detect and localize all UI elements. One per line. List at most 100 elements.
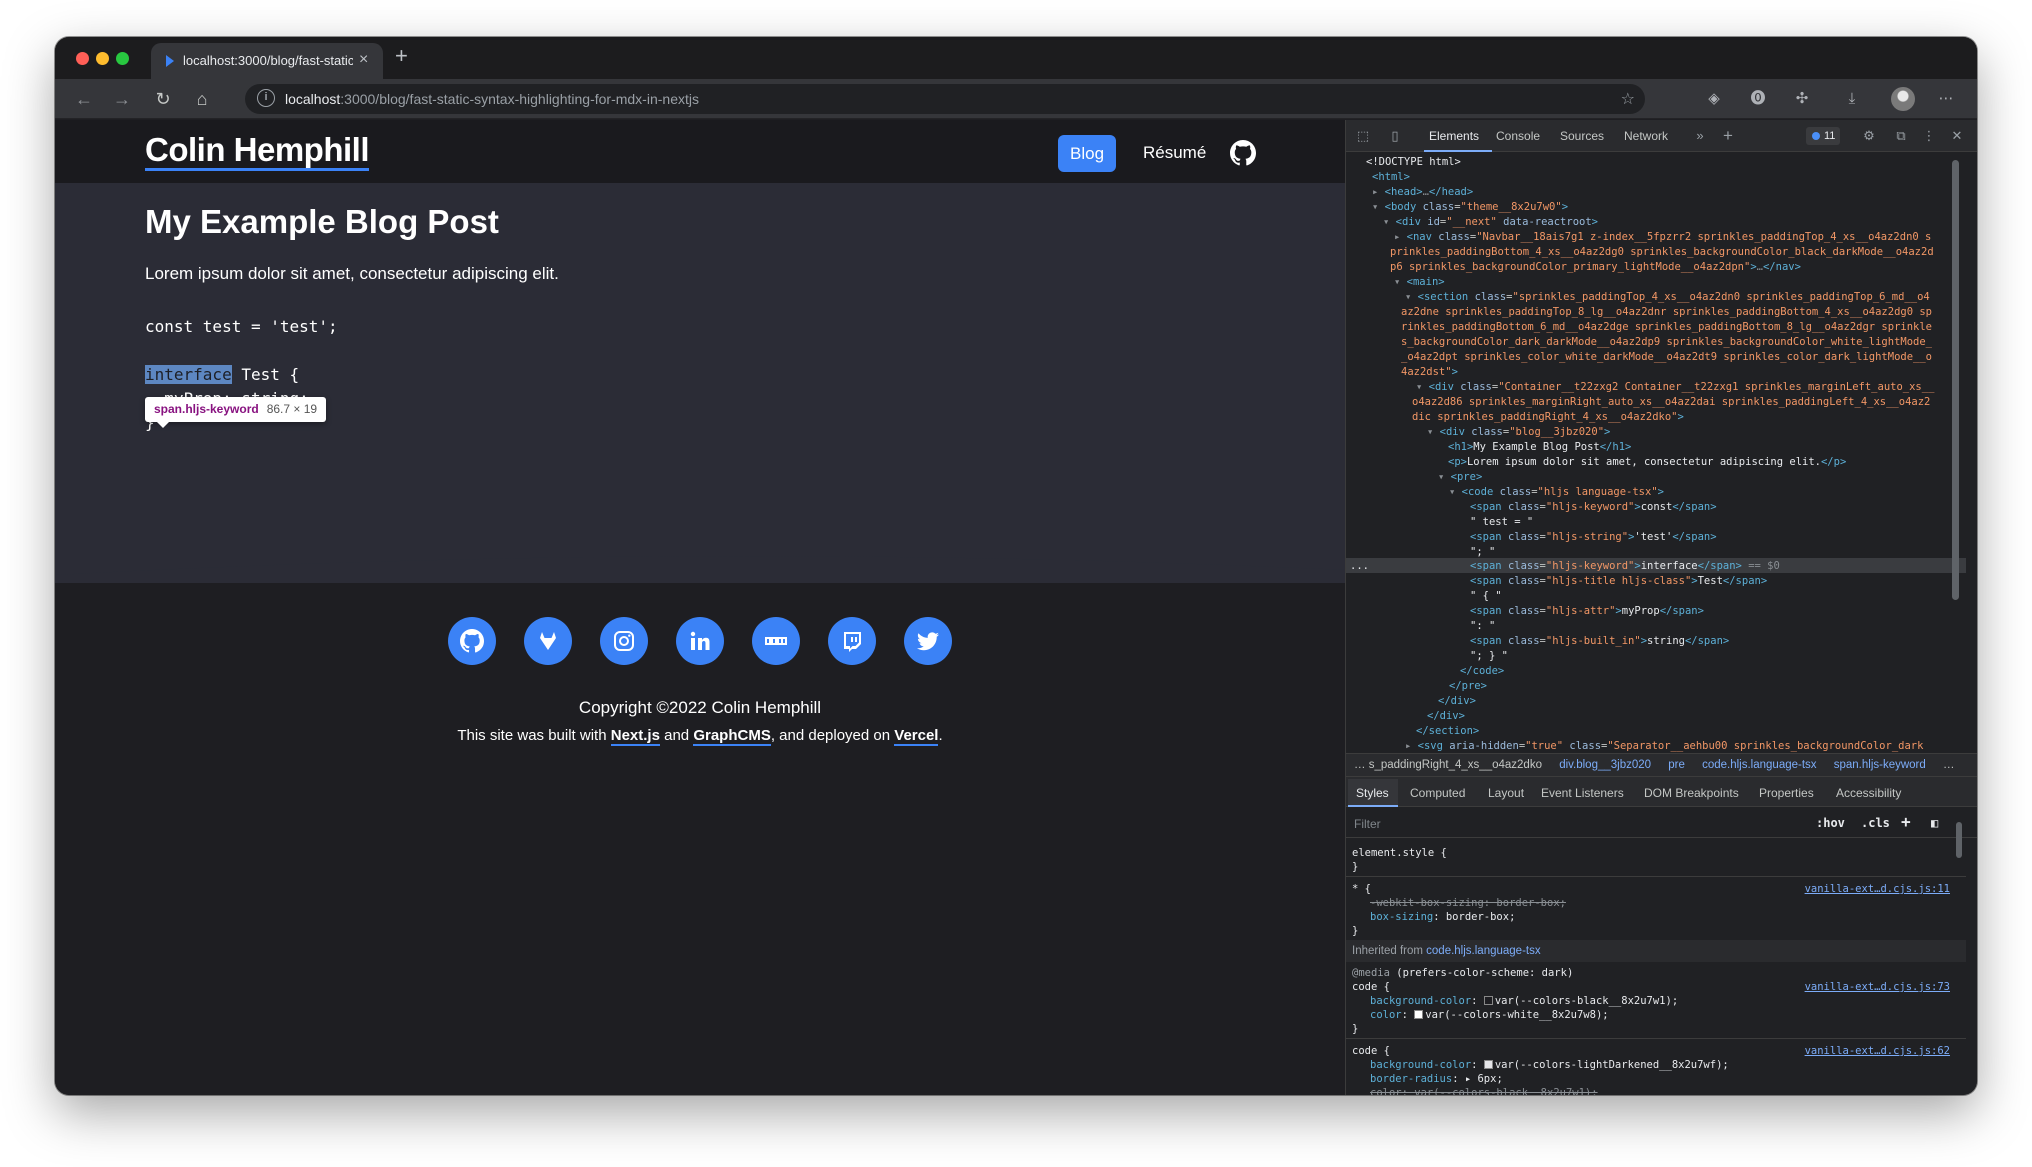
tab-close-icon[interactable]: × <box>359 51 368 69</box>
style-declaration[interactable]: box-sizing: border-box; <box>1370 910 1515 924</box>
site-info-icon[interactable]: i <box>257 89 275 107</box>
style-declaration[interactable]: background-color: var(--colors-lightDark… <box>1370 1058 1729 1072</box>
dom-node[interactable]: ▾ <code class="hljs language-tsx"> <box>1449 485 1664 500</box>
dom-node[interactable]: ▾ <section class="sprinkles_paddingTop_4… <box>1405 290 1930 305</box>
breadcrumb-item[interactable]: pre <box>1668 759 1685 771</box>
dom-node[interactable]: <span class="hljs-keyword">const</span> <box>1470 500 1717 515</box>
toggle-sidebar-icon[interactable]: ◧ <box>1931 816 1938 830</box>
extensions-puzzle-icon[interactable]: ✣ <box>1791 88 1813 110</box>
dom-node[interactable]: ▸ <svg aria-hidden="true" class="Separat… <box>1405 739 1923 753</box>
new-rule-icon[interactable]: + <box>1901 812 1911 831</box>
browser-tab[interactable]: localhost:3000/blog/fast-static- × <box>151 43 383 79</box>
device-toolbar-icon[interactable]: ▯ <box>1386 128 1404 144</box>
dock-side-icon[interactable]: ⧉ <box>1892 128 1910 144</box>
devtools-tab-console[interactable]: Console <box>1496 129 1540 143</box>
forward-icon[interactable]: → <box>111 88 133 110</box>
dom-node[interactable]: <p>Lorem ipsum dolor sit amet, consectet… <box>1448 455 1846 470</box>
window-close-button[interactable] <box>76 52 89 65</box>
breadcrumb-item[interactable]: div.blog__3jbz020 <box>1559 759 1651 771</box>
breadcrumb-item[interactable]: s_paddingRight_4_xs__o4az2dko <box>1369 759 1542 771</box>
profile-avatar[interactable] <box>1891 87 1915 111</box>
add-tab-icon[interactable]: + <box>1719 127 1737 144</box>
devtools-tab-network[interactable]: Network <box>1624 129 1668 143</box>
style-declaration[interactable]: background-color: var(--colors-black__8x… <box>1370 994 1678 1008</box>
nextjs-link[interactable]: Next.js <box>610 727 660 746</box>
inspect-element-icon[interactable]: ⬚ <box>1354 128 1372 144</box>
home-icon[interactable]: ⌂ <box>191 88 213 110</box>
address-bar[interactable]: i localhost:3000/blog/fast-static-syntax… <box>245 84 1645 114</box>
dom-node[interactable]: </pre> <box>1449 679 1487 694</box>
shield-extension-icon[interactable]: ◈ <box>1703 88 1725 110</box>
site-brand[interactable]: Colin Hemphill <box>145 131 370 171</box>
nav-blog-link[interactable]: Blog <box>1058 135 1117 172</box>
style-rule-code[interactable]: code { <box>1352 980 1390 994</box>
subtab-styles[interactable]: Styles <box>1356 786 1389 800</box>
subtab-properties[interactable]: Properties <box>1759 786 1814 800</box>
dom-node[interactable]: <!DOCTYPE html> <box>1366 155 1461 170</box>
dom-node[interactable]: <span class="hljs-title hljs-class">Test… <box>1470 574 1767 589</box>
dom-node[interactable]: </code> <box>1460 664 1504 679</box>
browser-menu-icon[interactable]: ⋯ <box>1935 88 1957 110</box>
dom-scrollbar[interactable] <box>1952 160 1959 600</box>
style-rule-universal[interactable]: * { <box>1352 882 1371 896</box>
breadcrumb-ellipsis[interactable]: … <box>1354 759 1369 771</box>
dom-node[interactable]: ▸ <head>…</head> <box>1372 185 1473 200</box>
subtab-layout[interactable]: Layout <box>1488 786 1524 800</box>
subtab-event-listeners[interactable]: Event Listeners <box>1541 786 1624 800</box>
dom-node-ellipsis[interactable]: ... <box>1350 559 1369 574</box>
style-declaration[interactable]: border-radius: ▸ 6px; <box>1370 1072 1503 1086</box>
dom-node[interactable]: </section> <box>1416 724 1479 739</box>
settings-gear-icon[interactable]: ⚙ <box>1860 128 1878 144</box>
dom-node[interactable]: ▾ <body class="theme__8x2u7w0"> <box>1372 200 1568 215</box>
window-minimize-button[interactable] <box>96 52 109 65</box>
dom-node[interactable]: </div> <box>1438 694 1476 709</box>
devtools-menu-icon[interactable]: ⋮ <box>1920 128 1938 144</box>
vercel-link[interactable]: Vercel <box>894 727 939 746</box>
password-manager-icon[interactable]: ⓿ <box>1747 88 1769 110</box>
back-icon[interactable]: ← <box>73 88 95 110</box>
devtools-tab-sources[interactable]: Sources <box>1560 129 1604 143</box>
source-link[interactable]: vanilla-ext…d.cjs.js:11 <box>1805 882 1950 896</box>
style-declaration[interactable]: color: var(--colors-black__8x2u7w1); <box>1370 1086 1598 1095</box>
source-link[interactable]: vanilla-ext…d.cjs.js:62 <box>1805 1044 1950 1058</box>
nav-resume-link[interactable]: Résumé <box>1143 143 1206 163</box>
dom-node[interactable]: ▾ <div id="__next" data-reactroot> <box>1383 215 1598 230</box>
breadcrumb-item-active[interactable]: span.hljs-keyword <box>1834 759 1926 771</box>
social-twitch-link[interactable] <box>828 617 876 665</box>
social-github-link[interactable] <box>448 617 496 665</box>
breadcrumb-ellipsis[interactable]: … <box>1943 759 1955 771</box>
source-link[interactable]: vanilla-ext…d.cjs.js:73 <box>1805 980 1950 994</box>
reload-icon[interactable]: ↻ <box>152 88 174 110</box>
dom-node[interactable]: <html> <box>1372 170 1410 185</box>
dom-node[interactable]: <span class="hljs-string">'test'</span> <box>1470 530 1717 545</box>
devtools-tab-elements[interactable]: Elements <box>1429 129 1479 143</box>
social-npm-link[interactable] <box>752 617 800 665</box>
dom-node[interactable]: <h1>My Example Blog Post</h1> <box>1448 440 1631 455</box>
subtab-computed[interactable]: Computed <box>1410 786 1465 800</box>
style-declaration[interactable]: -webkit-box-sizing: border-box; <box>1370 896 1566 910</box>
bookmark-star-icon[interactable]: ☆ <box>1621 89 1635 109</box>
github-icon[interactable] <box>1230 140 1256 166</box>
issues-badge[interactable]: 11 <box>1806 127 1841 145</box>
graphcms-link[interactable]: GraphCMS <box>693 727 771 746</box>
styles-filter-input[interactable]: Filter <box>1354 817 1381 831</box>
download-icon[interactable]: ⤓ <box>1841 88 1863 110</box>
dom-node[interactable]: ▾ <div class="blog__3jbz020"> <box>1427 425 1610 440</box>
style-rule-code[interactable]: code { <box>1352 1044 1390 1058</box>
social-twitter-link[interactable] <box>904 617 952 665</box>
social-instagram-link[interactable] <box>600 617 648 665</box>
dom-node-selected[interactable]: <span class="hljs-keyword">interface</sp… <box>1470 559 1780 574</box>
dom-node[interactable]: ▾ <div class="Container__t22zxg2 Contain… <box>1416 380 1934 395</box>
subtab-dom-breakpoints[interactable]: DOM Breakpoints <box>1644 786 1739 800</box>
class-toggle[interactable]: .cls <box>1861 816 1890 830</box>
subtab-accessibility[interactable]: Accessibility <box>1836 786 1901 800</box>
dom-node[interactable]: </div> <box>1427 709 1465 724</box>
hover-state-toggle[interactable]: :hov <box>1816 816 1845 830</box>
new-tab-icon[interactable]: + <box>395 45 408 67</box>
social-linkedin-link[interactable] <box>676 617 724 665</box>
social-gitlab-link[interactable] <box>524 617 572 665</box>
dom-node[interactable]: <span class="hljs-attr">myProp</span> <box>1470 604 1704 619</box>
window-maximize-button[interactable] <box>116 52 129 65</box>
more-tabs-icon[interactable]: » <box>1691 128 1709 144</box>
devtools-close-icon[interactable]: ✕ <box>1948 128 1966 144</box>
